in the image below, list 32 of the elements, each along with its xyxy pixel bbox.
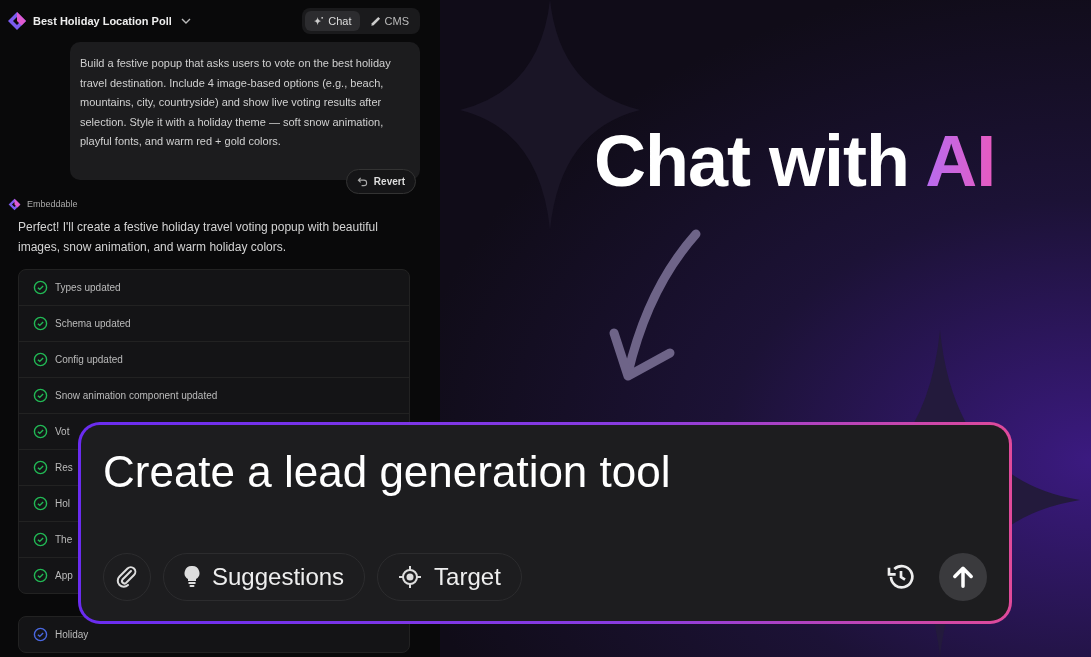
chevron-down-icon[interactable] (180, 18, 191, 24)
step-label: Config updated (55, 353, 123, 365)
user-message: Build a festive popup that asks users to vote on the best holiday travel destination. Include 4 image-based options (e.g., beach, mountains, city, countryside) and show live voting results after selection. Style it with a holiday theme — soft snow animation, playful fonts, and warm red + gold colors. (80, 56, 392, 149)
assistant-message: Perfect! I'll create a festive holiday travel voting popup with beautiful images, snow animation, and warm holiday colors. (18, 218, 379, 256)
paperclip-icon (115, 565, 139, 589)
logo-icon (7, 11, 27, 31)
step-label: Holiday (55, 628, 89, 640)
prompt-chip[interactable]: Target (377, 553, 522, 601)
revert-button[interactable]: Revert (345, 168, 416, 194)
prompt-chip[interactable]: Suggestions (163, 553, 366, 601)
step-label: The (55, 533, 73, 545)
step-label: Vot (55, 425, 70, 437)
undo-icon (356, 175, 368, 187)
step-label: Snow animation component updated (55, 389, 218, 401)
step-label: Res (55, 461, 73, 473)
prompt-input[interactable]: Create a lead generation tool (103, 447, 987, 553)
step-label: Hol (55, 497, 70, 509)
logo-icon (8, 197, 21, 211)
project-title[interactable]: Best Holiday Location Poll (33, 15, 172, 27)
attach-button[interactable] (103, 553, 151, 601)
target-icon (398, 565, 423, 589)
sparkle-icon (313, 15, 325, 27)
mode-tab[interactable]: Chat (305, 11, 360, 31)
mode-tab[interactable]: CMS (361, 11, 417, 31)
step-label: Schema updated (55, 317, 131, 329)
step-label: App (55, 569, 73, 581)
send-button[interactable] (939, 553, 987, 601)
pencil-icon (369, 15, 381, 27)
lightbulb-icon (184, 565, 200, 589)
assistant-name: Embeddable (27, 199, 78, 209)
headline: Chat with AI (594, 120, 996, 202)
step-label: Types updated (55, 281, 121, 293)
